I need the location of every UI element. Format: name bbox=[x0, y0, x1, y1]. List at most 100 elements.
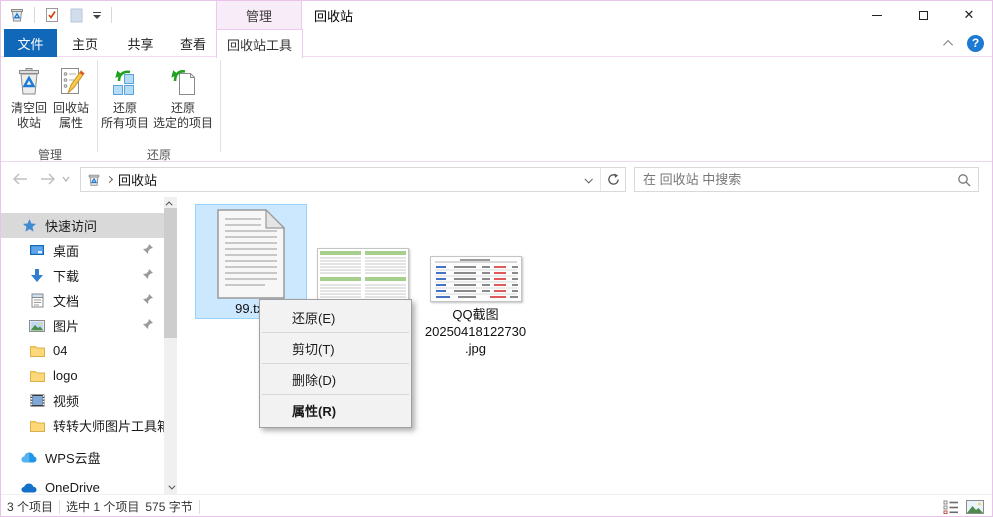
checked-document-icon[interactable] bbox=[42, 5, 62, 25]
desktop-icon bbox=[29, 243, 45, 259]
context-menu-item-restore[interactable]: 还原(E) bbox=[260, 303, 411, 331]
sidebar-item-zhuanzhuan-toolbox[interactable]: 转转大师图片工具箱 bbox=[1, 413, 164, 438]
breadcrumb[interactable]: 回收站 bbox=[81, 170, 576, 189]
search-icon[interactable] bbox=[950, 173, 978, 187]
sidebar-scrollbar[interactable] bbox=[164, 197, 177, 494]
recycle-bin-icon[interactable] bbox=[7, 5, 27, 25]
restore-selected-items-button[interactable]: 还原选定的项目 bbox=[149, 60, 217, 142]
status-bar: 3 个项目 选中 1 个项目 575 字节 bbox=[1, 494, 992, 517]
explorer-body: 快速访问 桌面 下载 bbox=[1, 197, 992, 494]
quick-access-star-icon bbox=[21, 218, 37, 234]
qat-separator bbox=[111, 7, 112, 23]
context-menu-item-delete[interactable]: 删除(D) bbox=[260, 365, 411, 393]
pin-icon bbox=[142, 268, 154, 283]
folder-icon bbox=[29, 368, 45, 384]
qat-separator bbox=[34, 7, 35, 23]
wps-cloud-icon bbox=[21, 450, 37, 466]
button-label: 清空回 bbox=[11, 101, 47, 115]
search-box[interactable] bbox=[634, 167, 979, 192]
button-label: 还原 bbox=[113, 101, 137, 115]
address-dropdown-icon[interactable] bbox=[576, 168, 600, 191]
maximize-button[interactable] bbox=[900, 1, 946, 29]
minimize-icon bbox=[872, 15, 882, 16]
pin-icon bbox=[142, 318, 154, 333]
context-menu-separator bbox=[262, 332, 409, 333]
item-count: 3 个项目 bbox=[1, 498, 59, 515]
pin-icon bbox=[142, 243, 154, 258]
explorer-window: 管理 回收站 ✕ 文件 主页 共享 查看 回收站工具 ? 清空回收站 bbox=[0, 0, 993, 517]
recycle-bin-location-icon bbox=[87, 173, 101, 187]
qat-dropdown-icon[interactable] bbox=[90, 5, 104, 25]
refresh-icon[interactable] bbox=[600, 168, 625, 191]
maximize-icon bbox=[919, 11, 928, 20]
scrollbar-down-icon[interactable] bbox=[164, 481, 177, 494]
empty-recycle-bin-button[interactable]: 清空回收站 bbox=[7, 60, 51, 142]
breadcrumb-path[interactable]: 回收站 bbox=[118, 170, 157, 189]
forward-icon[interactable] bbox=[37, 168, 59, 190]
large-icons-view-icon[interactable] bbox=[966, 499, 984, 515]
scrollbar-thumb[interactable] bbox=[164, 208, 177, 338]
documents-icon bbox=[29, 293, 45, 309]
recycle-bin-properties-button[interactable]: 回收站属性 bbox=[49, 60, 93, 142]
table-thumbnail-image bbox=[430, 256, 522, 302]
file-list: 99.txt bbox=[178, 197, 993, 494]
file-name: QQ截图 20250418122730 .jpg bbox=[425, 306, 526, 357]
ribbon-group-manage: 管理 bbox=[7, 146, 93, 160]
pictures-icon bbox=[29, 318, 45, 334]
spreadsheet-thumbnail-image bbox=[317, 248, 409, 305]
pin-icon bbox=[142, 293, 154, 308]
window-title: 回收站 bbox=[314, 1, 353, 29]
collapse-ribbon-icon[interactable] bbox=[943, 37, 955, 49]
videos-icon bbox=[29, 393, 45, 409]
context-menu-item-cut[interactable]: 剪切(T) bbox=[260, 334, 411, 362]
quick-access-toolbar bbox=[7, 4, 115, 26]
selected-count: 选中 1 个项目 bbox=[60, 498, 145, 515]
help-icon[interactable]: ? bbox=[967, 35, 984, 52]
sidebar-item-pictures[interactable]: 图片 bbox=[1, 313, 164, 338]
restore-all-items-icon bbox=[108, 64, 142, 98]
context-menu-item-properties[interactable]: 属性(R) bbox=[260, 396, 411, 424]
sidebar-item-quick-access[interactable]: 快速访问 bbox=[1, 213, 164, 238]
file-item-qq-screenshot[interactable]: QQ截图 20250418122730 .jpg bbox=[418, 256, 533, 357]
sidebar-item-wps-cloud[interactable]: WPS云盘 bbox=[1, 445, 164, 470]
button-label: 回收站 bbox=[53, 101, 89, 115]
contextual-tab-group-label: 管理 bbox=[216, 1, 302, 29]
titlebar: 管理 回收站 ✕ bbox=[1, 1, 992, 29]
sidebar-item-logo[interactable]: logo bbox=[1, 363, 164, 388]
details-view-icon[interactable] bbox=[942, 499, 960, 515]
tab-home[interactable]: 主页 bbox=[57, 29, 113, 57]
text-document-icon bbox=[217, 209, 285, 299]
tab-share[interactable]: 共享 bbox=[113, 29, 168, 57]
ribbon-group-separator bbox=[220, 60, 221, 152]
close-button[interactable]: ✕ bbox=[946, 1, 992, 29]
selected-size: 575 字节 bbox=[145, 498, 198, 515]
sidebar-item-desktop[interactable]: 桌面 bbox=[1, 238, 164, 263]
context-menu: 还原(E) 剪切(T) 删除(D) 属性(R) bbox=[259, 299, 412, 428]
address-bar[interactable]: 回收站 bbox=[80, 167, 626, 192]
restore-all-items-button[interactable]: 还原所有项目 bbox=[101, 60, 149, 142]
sidebar-item-videos[interactable]: 视频 bbox=[1, 388, 164, 413]
sidebar-item-04[interactable]: 04 bbox=[1, 338, 164, 363]
folder-icon bbox=[29, 418, 45, 434]
file-item-spreadsheet-thumbnail[interactable] bbox=[317, 248, 409, 305]
ribbon-group-separator bbox=[97, 60, 98, 152]
search-input[interactable] bbox=[635, 172, 950, 187]
empty-recycle-bin-icon bbox=[12, 64, 46, 98]
minimize-button[interactable] bbox=[854, 1, 900, 29]
blank-page-icon[interactable] bbox=[66, 5, 86, 25]
tab-view[interactable]: 查看 bbox=[168, 29, 218, 57]
breadcrumb-chevron-icon bbox=[106, 176, 113, 183]
back-icon[interactable] bbox=[9, 168, 31, 190]
context-menu-separator bbox=[262, 394, 409, 395]
ribbon-tab-row: 文件 主页 共享 查看 回收站工具 ? bbox=[1, 29, 992, 57]
close-icon: ✕ bbox=[964, 7, 975, 23]
recycle-bin-properties-icon bbox=[54, 64, 88, 98]
recent-locations-caret-icon[interactable] bbox=[59, 168, 73, 190]
navigation-pane: 快速访问 桌面 下载 bbox=[1, 197, 164, 494]
tab-file[interactable]: 文件 bbox=[4, 29, 57, 57]
status-separator bbox=[199, 500, 200, 514]
sidebar-item-downloads[interactable]: 下载 bbox=[1, 263, 164, 288]
tab-recycle-bin-tools[interactable]: 回收站工具 bbox=[216, 29, 303, 58]
sidebar-item-documents[interactable]: 文档 bbox=[1, 288, 164, 313]
ribbon-group-restore: 还原 bbox=[101, 146, 217, 160]
